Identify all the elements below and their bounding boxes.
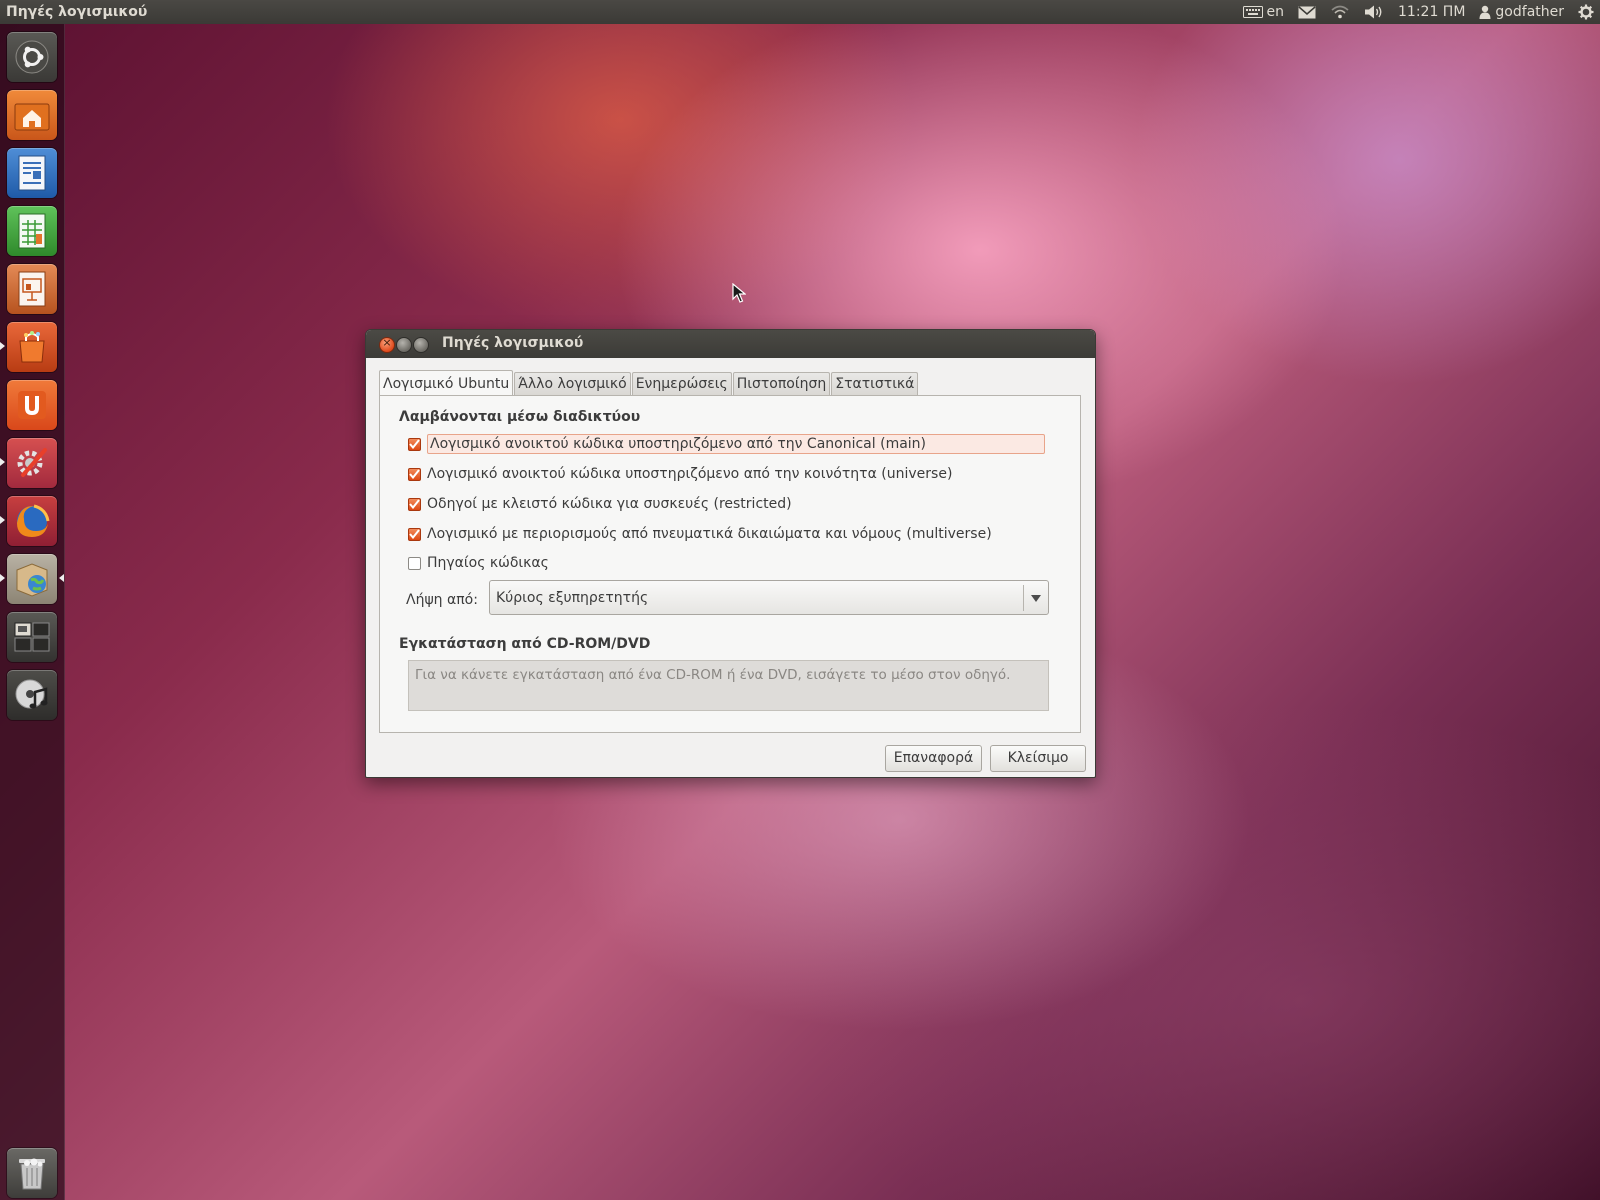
active-app-title: Πηγές λογισμικού [6,4,148,20]
cdrom-section-title: Εγκατάσταση από CD-ROM/DVD [399,636,651,652]
source-option-multiverse[interactable]: Λογισμικό με περιορισμούς από πνευματικά… [408,522,992,546]
tab-statistics[interactable]: Στατιστικά [831,372,919,395]
envelope-icon [1298,5,1316,18]
checkbox-universe[interactable] [408,467,421,481]
chevron-down-icon [1031,595,1041,602]
launcher-active-pip [59,574,64,582]
top-panel: Πηγές λογισμικού en 11:21 ΠΜ godfather [0,0,1600,24]
shopping-bag-icon [19,331,45,363]
calc-icon [18,213,46,249]
user-icon [1479,5,1491,19]
unity-launcher [0,24,65,1200]
dialog-titlebar[interactable]: × Πηγές λογισμικού [366,330,1095,358]
keyboard-icon [1242,6,1263,18]
launcher-trash[interactable] [7,1148,57,1198]
music-cd-icon [15,679,48,709]
launcher-running-pip [0,574,5,582]
tab-panel-ubuntu-software: Λαμβάνονται μέσω διαδικτύου Λογισμικό αν… [379,395,1081,733]
session-indicator[interactable] [1578,4,1594,20]
messaging-indicator[interactable] [1298,5,1316,19]
tab-other-software[interactable]: Άλλο λογισμικό [514,372,631,395]
source-option-universe[interactable]: Λογισμικό ανοικτού κώδικα υποστηριζόμενο… [408,462,952,486]
launcher-libreoffice-writer[interactable] [7,148,57,198]
mouse-pointer-icon [732,283,746,303]
tab-authentication[interactable]: Πιστοποίηση [732,372,831,395]
launcher-dash-home[interactable] [7,32,57,82]
launcher-running-pip [0,458,5,466]
home-folder-icon [14,103,50,131]
launcher-workspace-switcher[interactable] [7,612,57,662]
source-option-main[interactable]: Λογισμικό ανοικτού κώδικα υποστηριζόμενο… [408,432,1045,456]
launcher-software-sources[interactable] [7,554,57,604]
settings-tools-icon [17,448,47,477]
option-label: Οδηγοί με κλειστό κώδικα για συσκευές (r… [427,496,792,512]
launcher-system-settings[interactable] [7,438,57,488]
speaker-icon [1365,5,1382,19]
launcher-home-folder[interactable] [7,90,57,140]
launcher-running-pip [0,516,5,524]
window-minimize-button[interactable] [396,337,412,353]
source-option-restricted[interactable]: Οδηγοί με κλειστό κώδικα για συσκευές (r… [408,492,792,516]
close-icon: × [382,336,392,349]
combo-separator [1023,585,1024,611]
launcher-music-player[interactable] [7,670,57,720]
software-sources-dialog: × Πηγές λογισμικού Λογισμικό Ubuntu Άλλο… [365,329,1096,778]
window-maximize-button[interactable] [413,337,429,353]
sound-indicator[interactable] [1364,5,1384,19]
download-server-combo[interactable]: Κύριος εξυπηρετητής [489,580,1049,615]
dialog-title: Πηγές λογισμικού [442,335,584,351]
checkbox-main[interactable] [408,437,421,451]
close-button[interactable]: Κλείσιμο [990,745,1086,772]
tab-ubuntu-software[interactable]: Λογισμικό Ubuntu [379,370,514,395]
checkmark-icon [409,499,420,509]
keyboard-layout-label: en [1266,4,1285,20]
network-indicator[interactable] [1330,5,1350,19]
ubuntu-one-icon [18,391,46,419]
option-label: Λογισμικό ανοικτού κώδικα υποστηριζόμενο… [427,434,1045,454]
checkmark-icon [409,439,420,449]
checkbox-multiverse[interactable] [408,527,421,541]
indicator-area: en 11:21 ΠΜ godfather [1242,0,1594,24]
user-name-label: godfather [1495,4,1564,20]
clock-label: 11:21 ΠΜ [1398,4,1466,20]
ubuntu-logo-icon [15,40,49,74]
workspaces-icon [14,622,50,652]
firefox-icon [17,504,50,537]
option-label: Λογισμικό ανοικτού κώδικα υποστηριζόμενο… [427,466,953,482]
cdrom-info-box: Για να κάνετε εγκατάσταση από ένα CD-ROM… [408,660,1049,711]
checkmark-icon [409,529,420,539]
source-option-source-code[interactable]: Πηγαίος κώδικας [408,551,549,575]
wifi-icon [1331,5,1349,19]
revert-button[interactable]: Επαναφορά [885,745,982,772]
gear-icon [1578,4,1594,20]
writer-icon [18,155,46,191]
checkmark-icon [409,469,420,479]
launcher-libreoffice-calc[interactable] [7,206,57,256]
trash-icon [19,1158,45,1190]
launcher-firefox[interactable] [7,496,57,546]
launcher-ubuntu-one[interactable] [7,380,57,430]
launcher-software-center[interactable] [7,322,57,372]
launcher-running-pip [0,342,5,350]
option-label: Λογισμικό με περιορισμούς από πνευματικά… [427,526,992,542]
checkbox-restricted[interactable] [408,497,421,511]
package-globe-icon [16,563,48,597]
download-server-value: Κύριος εξυπηρετητής [496,590,649,606]
launcher-libreoffice-impress[interactable] [7,264,57,314]
internet-section-title: Λαμβάνονται μέσω διαδικτύου [399,409,641,425]
checkbox-source-code[interactable] [408,556,421,570]
option-label: Πηγαίος κώδικας [427,555,549,571]
window-close-button[interactable]: × [379,336,395,353]
user-indicator[interactable]: godfather [1479,4,1564,20]
dialog-tab-bar: Λογισμικό Ubuntu Άλλο λογισμικό Ενημερώσ… [379,370,919,395]
tab-updates[interactable]: Ενημερώσεις [631,372,732,395]
download-from-label: Λήψη από: [406,592,478,608]
impress-icon [18,271,46,307]
keyboard-indicator[interactable]: en [1242,4,1285,20]
clock-indicator[interactable]: 11:21 ΠΜ [1398,4,1465,20]
